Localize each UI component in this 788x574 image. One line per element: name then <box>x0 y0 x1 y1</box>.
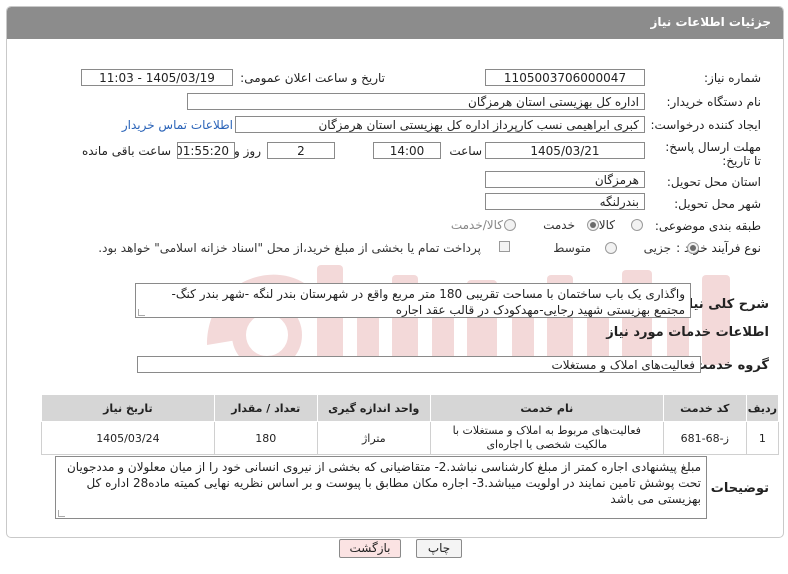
days-label: روز و <box>234 144 261 158</box>
table-row: 1 ز-68-681 فعالیت‌های مربوط به املاک و م… <box>41 421 780 455</box>
back-button[interactable]: بازگشت <box>339 539 401 558</box>
category-radio-goods[interactable] <box>631 219 643 231</box>
payment-note: پرداخت تمام یا بخشی از مبلغ خرید،از محل … <box>98 241 481 255</box>
process-option-minor: جزیی <box>643 241 671 255</box>
cell-quantity: 180 <box>213 421 318 455</box>
buyer-org-label: نام دستگاه خریدار: <box>666 95 762 109</box>
col-unit: واحد اندازه گیری <box>316 394 431 422</box>
payment-checkbox[interactable] <box>499 241 510 252</box>
category-option-goods: کالا <box>598 218 615 232</box>
col-service-name: نام خدمت <box>429 394 664 422</box>
city-field: بندرلنگه <box>485 193 645 210</box>
buyer-notes-text: مبلغ پیشنهادی اجاره کمتر از مبلغ کارشناس… <box>66 460 701 506</box>
cell-need-date: 1405/03/24 <box>41 421 215 455</box>
print-button[interactable]: چاپ <box>416 539 462 558</box>
col-row-number: ردیف <box>745 394 780 422</box>
deadline-time-field: 14:00 <box>373 142 441 159</box>
remaining-time-field: 01:55:20 <box>177 142 235 159</box>
deadline-date-field: 1405/03/21 <box>485 142 645 159</box>
category-label: طبقه بندی موضوعی: <box>654 219 761 233</box>
buyer-notes-textarea[interactable]: مبلغ پیشنهادی اجاره کمتر از مبلغ کارشناس… <box>55 456 707 519</box>
creator-label: ایجاد کننده درخواست: <box>650 118 761 132</box>
deadline-label: مهلت ارسال پاسخ: تا تاریخ: <box>665 140 761 168</box>
details-panel: جزئیات اطلاعات نیاز شماره نیاز: 11050037… <box>6 6 784 538</box>
page-title: جزئیات اطلاعات نیاز <box>650 15 771 29</box>
deadline-time-label: ساعت <box>449 144 482 158</box>
service-group-field: فعالیت‌های املاک و مستغلات <box>137 356 701 373</box>
province-field: هرمزگان <box>485 171 645 188</box>
remaining-label: ساعت باقی مانده <box>81 144 171 158</box>
process-radio-minor[interactable] <box>687 242 699 254</box>
table-header-row: ردیف کد خدمت نام خدمت واحد اندازه گیری ت… <box>41 394 780 422</box>
col-service-code: کد خدمت <box>662 394 747 422</box>
resize-grip-icon[interactable] <box>138 309 145 316</box>
contact-buyer-link[interactable]: اطلاعات تماس خریدار <box>122 118 233 132</box>
header-bar: جزئیات اطلاعات نیاز <box>7 7 783 39</box>
category-option-goods-service: کالا/خدمت <box>450 218 503 232</box>
service-group-label: گروه خدمت: <box>689 358 769 373</box>
buyer-org-field: اداره کل بهزیستی استان هرمزگان <box>187 93 645 110</box>
process-radio-medium[interactable] <box>605 242 617 254</box>
col-quantity: تعداد / مقدار <box>213 394 318 422</box>
cell-unit: متراژ <box>316 421 431 455</box>
city-label: شهر محل تحویل: <box>674 197 761 211</box>
description-textarea[interactable]: واگذاری یک باب ساختمان با مساحت تقریبی 1… <box>135 283 691 318</box>
need-number-field: 1105003706000047 <box>485 69 645 86</box>
process-option-medium: متوسط <box>553 241 591 255</box>
announce-label: تاریخ و ساعت اعلان عمومی: <box>240 71 385 85</box>
resize-grip-icon[interactable] <box>58 510 65 517</box>
category-radio-goods-service[interactable] <box>504 219 516 231</box>
cell-row-number: 1 <box>745 421 780 455</box>
services-section-title: اطلاعات خدمات مورد نیاز <box>606 325 769 340</box>
cell-service-code: ز-68-681 <box>662 421 747 455</box>
days-field: 2 <box>267 142 335 159</box>
col-need-date: تاریخ نیاز <box>41 394 215 422</box>
creator-field: کبری ابراهیمی نسب کارپرداز اداره کل بهزی… <box>235 116 645 133</box>
category-radio-service[interactable] <box>587 219 599 231</box>
services-table: ردیف کد خدمت نام خدمت واحد اندازه گیری ت… <box>41 394 780 455</box>
province-label: استان محل تحویل: <box>666 175 761 189</box>
need-number-label: شماره نیاز: <box>704 71 761 85</box>
category-option-service: خدمت <box>543 218 575 232</box>
cell-service-name: فعالیت‌های مربوط به املاک و مستغلات با م… <box>429 421 664 455</box>
description-text: واگذاری یک باب ساختمان با مساحت تقریبی 1… <box>171 287 685 317</box>
announce-field: 1405/03/19 - 11:03 <box>81 69 233 86</box>
